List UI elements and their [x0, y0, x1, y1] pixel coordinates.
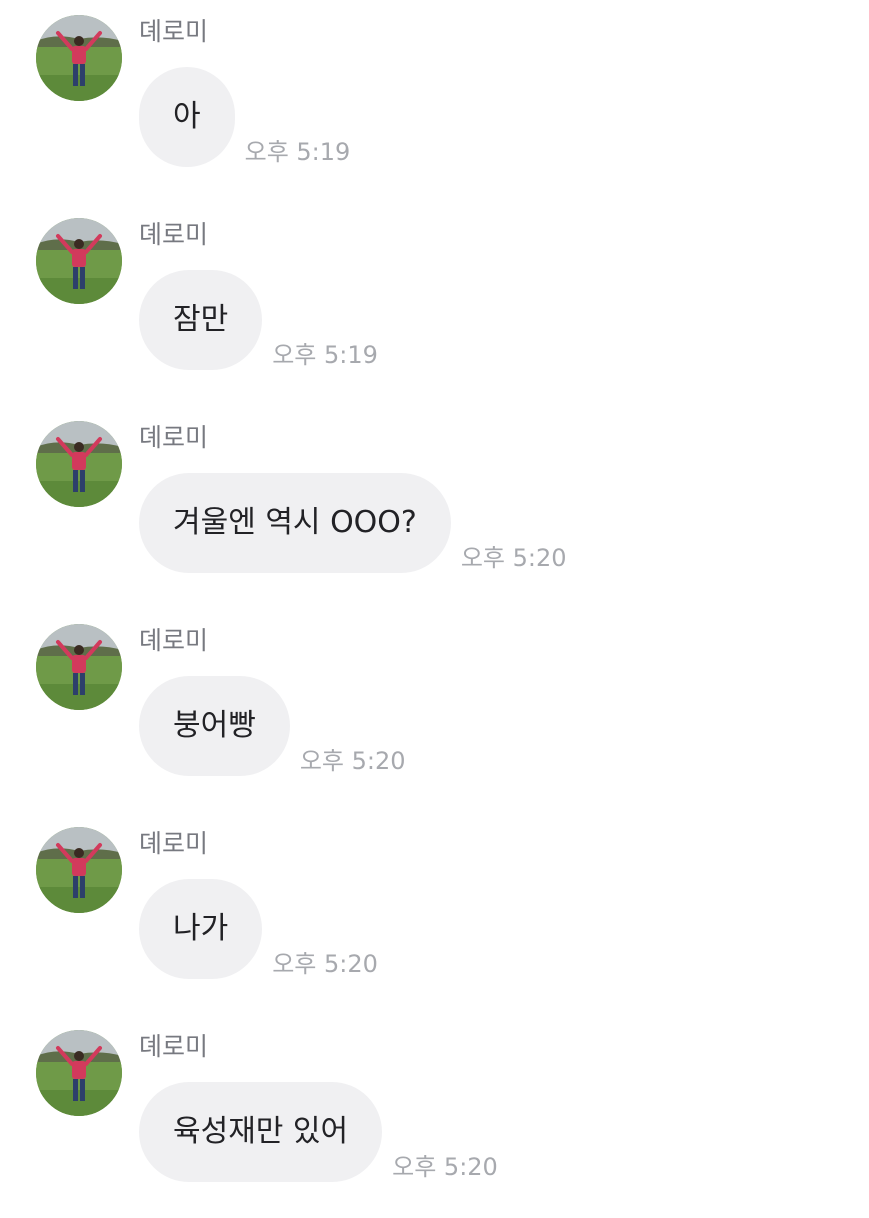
message-bubble[interactable]: 나가	[139, 879, 263, 979]
message-bubble[interactable]: 육성재만 있어	[139, 1082, 383, 1182]
message-group: 뎨로미 아 오후 5:19	[0, 0, 869, 203]
message-timestamp: 오후 5:20	[392, 1153, 498, 1181]
message-timestamp: 오후 5:20	[299, 747, 406, 775]
sender-avatar[interactable]	[36, 421, 122, 507]
message-group: 뎨로미 육성재만 있어 오후 5:20	[0, 1015, 869, 1218]
sender-name: 뎨로미	[139, 423, 209, 452]
avatar-photo-icon	[36, 827, 122, 913]
message-row: 붕어빵 오후 5:20	[139, 676, 406, 776]
sender-name: 뎨로미	[139, 17, 209, 46]
message-timestamp: 오후 5:19	[244, 138, 351, 166]
avatar-photo-icon	[36, 1030, 122, 1116]
sender-name: 뎨로미	[139, 626, 209, 655]
message-timestamp: 오후 5:19	[272, 341, 378, 369]
sender-name: 뎨로미	[139, 220, 209, 249]
sender-avatar[interactable]	[36, 218, 122, 304]
sender-avatar[interactable]	[36, 624, 122, 710]
message-group: 뎨로미 붕어빵 오후 5:20	[0, 609, 869, 812]
avatar-photo-icon	[36, 15, 122, 101]
message-bubble[interactable]: 아	[139, 67, 235, 167]
message-bubble[interactable]: 잠만	[139, 270, 263, 370]
message-timestamp: 오후 5:20	[460, 544, 567, 572]
sender-avatar[interactable]	[36, 15, 122, 101]
avatar-photo-icon	[36, 421, 122, 507]
message-bubble[interactable]: 겨울엔 역시 OOO?	[139, 473, 451, 573]
avatar-photo-icon	[36, 218, 122, 304]
message-group: 뎨로미 나가 오후 5:20	[0, 812, 869, 1015]
sender-avatar[interactable]	[36, 827, 122, 913]
message-row: 아 오후 5:19	[139, 67, 350, 167]
sender-name: 뎨로미	[139, 829, 209, 858]
message-group: 뎨로미 겨울엔 역시 OOO? 오후 5:20	[0, 406, 869, 609]
sender-avatar[interactable]	[36, 1030, 122, 1116]
message-bubble[interactable]: 붕어빵	[139, 676, 290, 776]
message-group: 뎨로미 잠만 오후 5:19	[0, 203, 869, 406]
avatar-photo-icon	[36, 624, 122, 710]
sender-name: 뎨로미	[139, 1032, 209, 1061]
message-row: 육성재만 있어 오후 5:20	[139, 1082, 498, 1182]
message-row: 겨울엔 역시 OOO? 오후 5:20	[139, 473, 567, 573]
message-row: 나가 오후 5:20	[139, 879, 378, 979]
message-timestamp: 오후 5:20	[272, 950, 378, 978]
message-row: 잠만 오후 5:19	[139, 270, 378, 370]
chat-message-list: 뎨로미 아 오후 5:19 뎨로미 잠만 오후 5:19 뎨로미 겨울엔 역시 …	[0, 0, 869, 1200]
